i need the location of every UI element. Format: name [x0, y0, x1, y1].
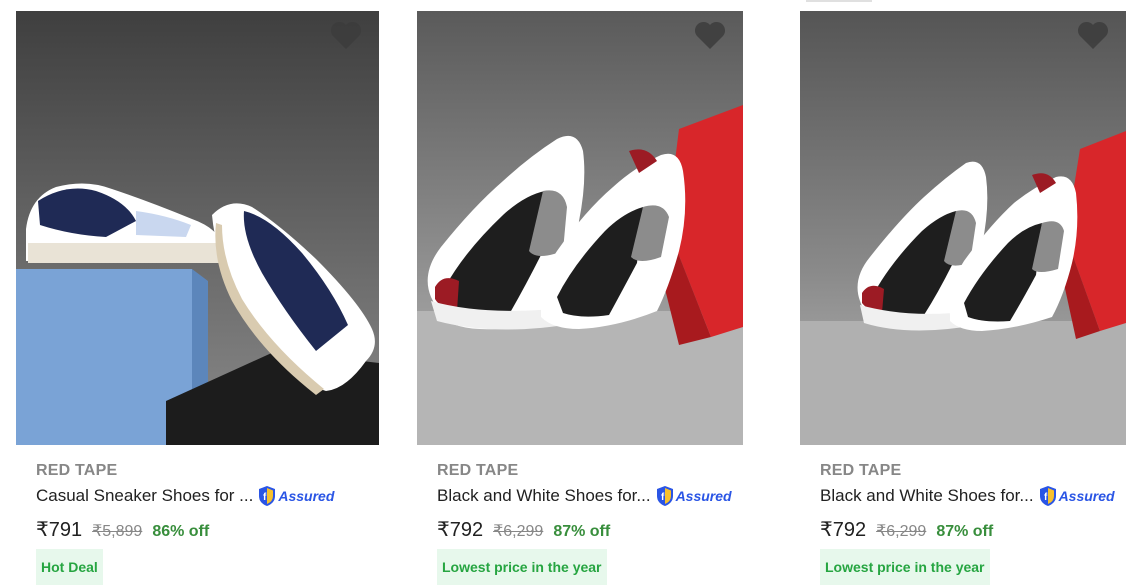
wishlist-heart-icon[interactable] [693, 19, 727, 51]
selling-price: ₹792 [820, 519, 867, 541]
title-row: Black and White Shoes for... f Assured [820, 485, 1126, 507]
original-price: ₹6,299 [493, 523, 544, 540]
original-price: ₹5,899 [92, 523, 143, 540]
deal-badge: Hot Deal [36, 549, 103, 585]
title-row: Casual Sneaker Shoes for ... f Assured [36, 485, 379, 507]
price-row: ₹792 ₹6,299 87% off [820, 517, 993, 542]
discount-percent: 86% off [152, 523, 210, 540]
assured-shield-icon: f [656, 486, 673, 506]
price-row: ₹791 ₹5,899 86% off [36, 517, 209, 542]
price-row: ₹792 ₹6,299 87% off [437, 517, 610, 542]
assured-badge: f Assured [1038, 485, 1115, 507]
product-brand: RED TAPE [820, 462, 902, 479]
original-price: ₹6,299 [876, 523, 927, 540]
product-brand: RED TAPE [437, 462, 519, 479]
product-image[interactable] [417, 11, 743, 445]
discount-percent: 87% off [936, 523, 994, 540]
assured-label: Assured [1058, 488, 1115, 504]
assured-label: Assured [278, 488, 335, 504]
product-title[interactable]: Black and White Shoes for... [437, 486, 651, 506]
product-card[interactable]: RED TAPE Black and White Shoes for... f … [417, 0, 743, 588]
assured-shield-icon: f [1039, 486, 1056, 506]
product-title[interactable]: Casual Sneaker Shoes for ... [36, 486, 253, 506]
deal-badge: Lowest price in the year [437, 549, 607, 585]
product-card[interactable]: RED TAPE Casual Sneaker Shoes for ... f … [16, 0, 379, 588]
wishlist-heart-icon[interactable] [329, 19, 363, 51]
title-row: Black and White Shoes for... f Assured [437, 485, 743, 507]
product-image[interactable] [800, 11, 1126, 445]
assured-badge: f Assured [655, 485, 732, 507]
wishlist-heart-icon[interactable] [1076, 19, 1110, 51]
assured-shield-icon: f [259, 486, 276, 506]
assured-label: Assured [675, 488, 732, 504]
discount-percent: 87% off [553, 523, 611, 540]
selling-price: ₹791 [36, 519, 83, 541]
product-title[interactable]: Black and White Shoes for... [820, 486, 1034, 506]
deal-badge: Lowest price in the year [820, 549, 990, 585]
product-card[interactable]: RED TAPE Black and White Shoes for... f … [800, 0, 1126, 588]
assured-badge: f Assured [257, 485, 334, 507]
product-brand: RED TAPE [36, 462, 118, 479]
product-image[interactable] [16, 11, 379, 445]
selling-price: ₹792 [437, 519, 484, 541]
